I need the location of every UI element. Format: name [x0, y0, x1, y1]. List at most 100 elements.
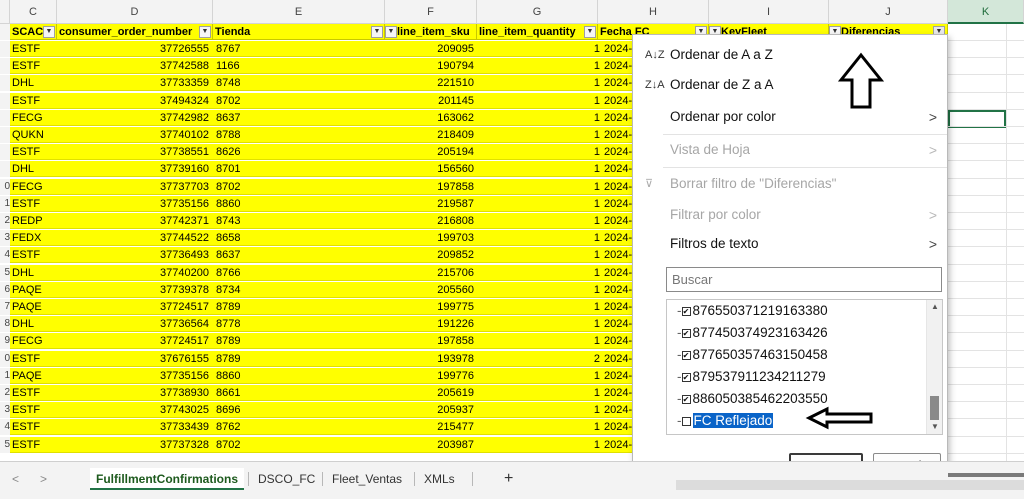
cell-tienda[interactable]: 8789 [216, 333, 386, 349]
cell-qty[interactable]: 1 [477, 41, 600, 57]
cell-scac[interactable]: ESTF [12, 247, 57, 263]
cell-qty[interactable]: 1 [477, 230, 600, 246]
cell-order[interactable]: 37743025 [57, 402, 209, 418]
cell-qty[interactable]: 1 [477, 196, 600, 212]
cell-sku[interactable]: 215477 [385, 419, 474, 435]
cell-qty[interactable]: 1 [477, 110, 600, 126]
cell-order[interactable]: 37676155 [57, 351, 209, 367]
cell-order[interactable]: 37740102 [57, 127, 209, 143]
menu-sort-z-a[interactable]: Z↓A Ordenar de Z a A [633, 70, 947, 100]
cell-qty[interactable]: 1 [477, 265, 600, 281]
cell-sku[interactable]: 205560 [385, 282, 474, 298]
filter-list-item[interactable]: -✔ 876550371219163380 [677, 300, 828, 322]
cell-qty[interactable]: 1 [477, 179, 600, 195]
cell-sku[interactable]: 216808 [385, 213, 474, 229]
cell-qty[interactable]: 1 [477, 282, 600, 298]
cell-sku[interactable]: 199776 [385, 368, 474, 384]
row-number[interactable]: 6 [0, 281, 10, 298]
row-number[interactable] [0, 58, 10, 75]
cell-order[interactable]: 37494324 [57, 93, 209, 109]
cell-tienda[interactable]: 8743 [216, 213, 386, 229]
cell-sku[interactable]: 190794 [385, 58, 474, 74]
row-number[interactable]: 7 [0, 299, 10, 315]
column-header-h[interactable]: H [598, 0, 709, 24]
cell-order[interactable]: 37737328 [57, 437, 209, 453]
cell-order[interactable]: 37733359 [57, 75, 209, 91]
cell-qty[interactable]: 1 [477, 75, 600, 91]
cell-qty[interactable]: 1 [477, 93, 600, 109]
cell-scac[interactable]: DHL [12, 265, 57, 281]
row-number[interactable]: 8 [0, 316, 10, 333]
menu-sort-by-color[interactable]: Ordenar por color > [633, 102, 947, 132]
cell-tienda[interactable]: 8789 [216, 351, 386, 367]
cell-scac[interactable]: DHL [12, 161, 57, 177]
cell-qty[interactable]: 1 [477, 385, 600, 401]
cell-tienda[interactable]: 8860 [216, 368, 386, 384]
cell-qty[interactable]: 1 [477, 437, 600, 453]
cell-sku[interactable]: 215706 [385, 265, 474, 281]
row-number[interactable]: 3 [0, 402, 10, 419]
cell-qty[interactable]: 1 [477, 368, 600, 384]
cell-scac[interactable]: ESTF [12, 41, 57, 57]
list-scrollbar[interactable]: ▲ ▼ [926, 300, 942, 434]
cell-scac[interactable]: ESTF [12, 419, 57, 435]
cell-sku[interactable]: 201145 [385, 93, 474, 109]
column-header-c[interactable]: C [10, 0, 57, 24]
cell-scac[interactable]: PAQE [12, 368, 57, 384]
cell-order[interactable]: 37724517 [57, 299, 209, 315]
menu-text-filters[interactable]: Filtros de texto > [633, 229, 947, 259]
cell-order[interactable]: 37724517 [57, 333, 209, 349]
row-number[interactable] [0, 109, 10, 126]
cell-sku[interactable]: 209095 [385, 41, 474, 57]
cell-sku[interactable]: 218409 [385, 127, 474, 143]
cell-scac[interactable]: ESTF [12, 351, 57, 367]
cell-sku[interactable]: 199703 [385, 230, 474, 246]
cell-tienda[interactable]: 8637 [216, 110, 386, 126]
cell-sku[interactable]: 221510 [385, 75, 474, 91]
row-number[interactable]: 1 [0, 367, 10, 384]
cell-tienda[interactable]: 1166 [216, 58, 386, 74]
cell-scac[interactable]: ESTF [12, 402, 57, 418]
row-number[interactable] [0, 127, 10, 143]
cell-sku[interactable]: 209852 [385, 247, 474, 263]
cell-scac[interactable]: ESTF [12, 437, 57, 453]
filter-dropdown-icon[interactable]: ▼ [43, 26, 55, 38]
row-number[interactable]: 2 [0, 385, 10, 401]
row-number[interactable] [0, 161, 10, 178]
cell-tienda[interactable]: 8702 [216, 437, 386, 453]
cell-scac[interactable]: DHL [12, 316, 57, 332]
cell-tienda[interactable]: 8789 [216, 299, 386, 315]
cell-scac[interactable]: ESTF [12, 385, 57, 401]
cell-sku[interactable]: 163062 [385, 110, 474, 126]
filter-dropdown-icon[interactable]: ▼ [371, 26, 383, 38]
cell-scac[interactable]: FECG [12, 179, 57, 195]
row-number[interactable]: 9 [0, 333, 10, 350]
add-sheet-button[interactable]: + [498, 468, 519, 490]
cell-tienda[interactable]: 8766 [216, 265, 386, 281]
cell-order[interactable]: 37736564 [57, 316, 209, 332]
filter-list-item[interactable]: -✔ 877450374923163426 [677, 322, 828, 344]
menu-sort-a-z[interactable]: A↓Z Ordenar de A a Z [633, 40, 947, 70]
cell-qty[interactable]: 1 [477, 161, 600, 177]
row-number[interactable] [0, 41, 10, 57]
select-all-corner[interactable] [0, 0, 10, 24]
filter-dropdown-icon[interactable]: ▼ [584, 26, 596, 38]
cell-scac[interactable]: DHL [12, 75, 57, 91]
sheet-tab-dsco-fc[interactable]: DSCO_FC [252, 468, 321, 490]
row-number[interactable]: 0 [0, 178, 10, 195]
cell-order[interactable]: 37742588 [57, 58, 209, 74]
row-number[interactable] [0, 24, 10, 40]
cell-tienda[interactable]: 8748 [216, 75, 386, 91]
scroll-up-icon[interactable]: ▲ [927, 300, 942, 314]
cell-qty[interactable]: 1 [477, 402, 600, 418]
cell-tienda[interactable]: 8696 [216, 402, 386, 418]
column-header-d[interactable]: D [57, 0, 213, 24]
cell-sku[interactable]: 205619 [385, 385, 474, 401]
cell-tienda[interactable]: 8637 [216, 247, 386, 263]
horizontal-scroll-thumb[interactable] [948, 473, 1024, 477]
row-number[interactable]: 3 [0, 230, 10, 247]
filter-list-item[interactable]: -✔ 877650357463150458 [677, 344, 828, 366]
cell-order[interactable]: 37736493 [57, 247, 209, 263]
row-number[interactable]: 4 [0, 419, 10, 436]
cell-order[interactable]: 37733439 [57, 419, 209, 435]
